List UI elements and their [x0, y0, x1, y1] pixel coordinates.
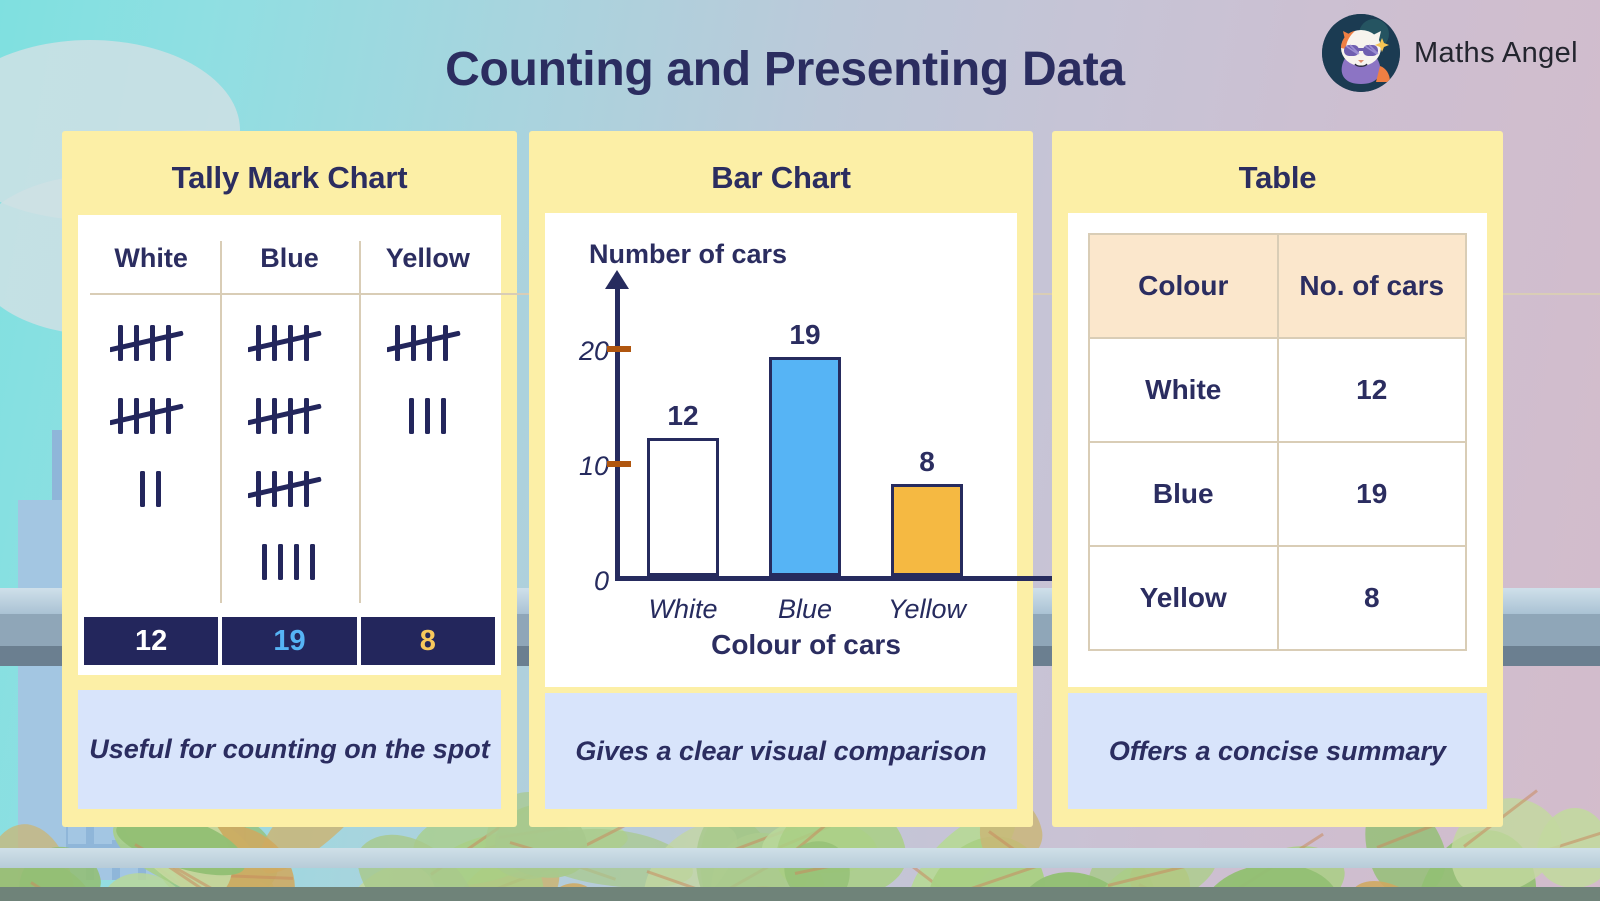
tally-mark-row [132, 465, 170, 513]
note-bar: Gives a clear visual comparison [545, 693, 1017, 809]
tally-mark-row [247, 392, 330, 440]
bar-value-label: 19 [789, 319, 821, 351]
table-row: White 12 [1088, 337, 1467, 443]
brand-name-label: Maths Angel [1414, 36, 1578, 69]
table-cell: White [1088, 337, 1279, 443]
bottom-ground [0, 887, 1600, 901]
table-cell: 12 [1276, 337, 1467, 443]
tally-card: White 12 Blue 19 Yellow 8 [78, 215, 1600, 675]
tally-mark-row [401, 392, 455, 440]
panels-container: Tally Mark Chart White 12 Blue 19 Yellow 8 Us… [0, 131, 1600, 831]
tally-grid: White 12 Blue 19 Yellow 8 [82, 235, 1600, 675]
bar-chart-card: Number of cars 0 10 20 12 White 19 Blue 8 Yellow… [545, 213, 1055, 687]
bar-blue [769, 357, 841, 576]
y-tick-label: 0 [593, 566, 609, 596]
data-table-card: Colour No. of cars White 12 Blue 19 Yellow 8 [1068, 213, 1487, 687]
bar-chart-plot: 0 10 20 12 White 19 Blue 8 Yellow [579, 270, 1055, 624]
tally-column-blue: Blue 19 [220, 235, 358, 675]
data-table: Colour No. of cars White 12 Blue 19 Yellow 8 [1088, 233, 1467, 651]
table-cell: Blue [1088, 441, 1279, 547]
x-tick-label-yellow: Yellow [887, 594, 967, 624]
cat-mascot-icon [1322, 14, 1400, 92]
y-tick-label: 10 [578, 450, 609, 481]
table-cell: Yellow [1088, 545, 1279, 651]
tally-column-header: Blue [260, 243, 319, 273]
y-axis-tick [607, 460, 631, 467]
y-axis-label: Number of cars [589, 239, 788, 269]
note-table: Offers a concise summary [1068, 693, 1487, 809]
table-row: Blue 19 [1088, 441, 1467, 547]
panel-tally-mark-chart: Tally Mark Chart White 12 Blue 19 Yellow 8 Us… [62, 131, 1600, 827]
tally-mark-row [385, 319, 469, 367]
tally-total-yellow: 8 [360, 617, 495, 665]
tally-column-yellow: Yellow 8 [358, 235, 497, 675]
tally-total-blue: 19 [222, 617, 357, 665]
brand-logo-group[interactable]: Maths Angel [1322, 14, 1578, 92]
table-body: White 12 Blue 19 Yellow 8 [1088, 337, 1467, 651]
table-header-row: Colour No. of cars [1088, 233, 1467, 339]
x-axis-line [615, 576, 1055, 581]
bar-yellow [891, 483, 963, 576]
panel-title-table: Table [1238, 160, 1317, 195]
tally-marks-group [385, 289, 469, 440]
tally-column-header: Yellow [385, 243, 470, 273]
tally-column-header: White [114, 243, 188, 273]
x-axis-label: Colour of cars [711, 629, 901, 660]
tally-mark-row [109, 319, 192, 367]
panel-bar-chart: Bar Chart Number of cars 0 10 20 12 White 19 B… [529, 131, 1055, 827]
tally-marks-group [247, 289, 330, 586]
bar-white [647, 437, 719, 576]
bar-value-label: 8 [919, 445, 935, 477]
table-cell: 8 [1276, 545, 1467, 651]
y-axis-arrow-icon [605, 270, 629, 289]
tally-marks-group [109, 289, 192, 513]
y-tick-label: 20 [578, 335, 609, 366]
note-tally: Useful for counting on the spot [78, 690, 501, 809]
bar-value-label: 12 [667, 399, 699, 431]
table-cell: 19 [1276, 441, 1467, 547]
panel-title-bar: Bar Chart [711, 160, 851, 195]
x-tick-label-blue: Blue [777, 594, 833, 624]
page-header: Counting and Presenting Data Maths Angel [0, 0, 1600, 132]
tally-column-white: White 12 [82, 235, 1600, 675]
bar-chart: Number of cars 0 10 20 12 White 19 Blue 8 Yellow… [545, 213, 1055, 687]
panel-table: Table Colour No. of cars White 12 Blue 19 Yel… [1052, 131, 1503, 827]
y-axis-line [615, 285, 620, 581]
tally-mark-row [109, 392, 192, 440]
x-tick-label-white: White [648, 594, 718, 624]
panel-title-tally: Tally Mark Chart [171, 160, 408, 195]
tally-total-white: 12 [84, 617, 219, 665]
tally-mark-row [254, 538, 324, 586]
tally-mark-row [247, 319, 330, 367]
bottom-rail [0, 848, 1600, 868]
tally-mark-row [247, 465, 330, 513]
table-header-cell: No. of cars [1276, 233, 1467, 339]
y-axis-tick [607, 345, 631, 352]
table-header-cell: Colour [1088, 233, 1279, 339]
table-row: Yellow 8 [1088, 545, 1467, 651]
tally-chart: White 12 Blue 19 Yellow 8 [82, 235, 1600, 675]
